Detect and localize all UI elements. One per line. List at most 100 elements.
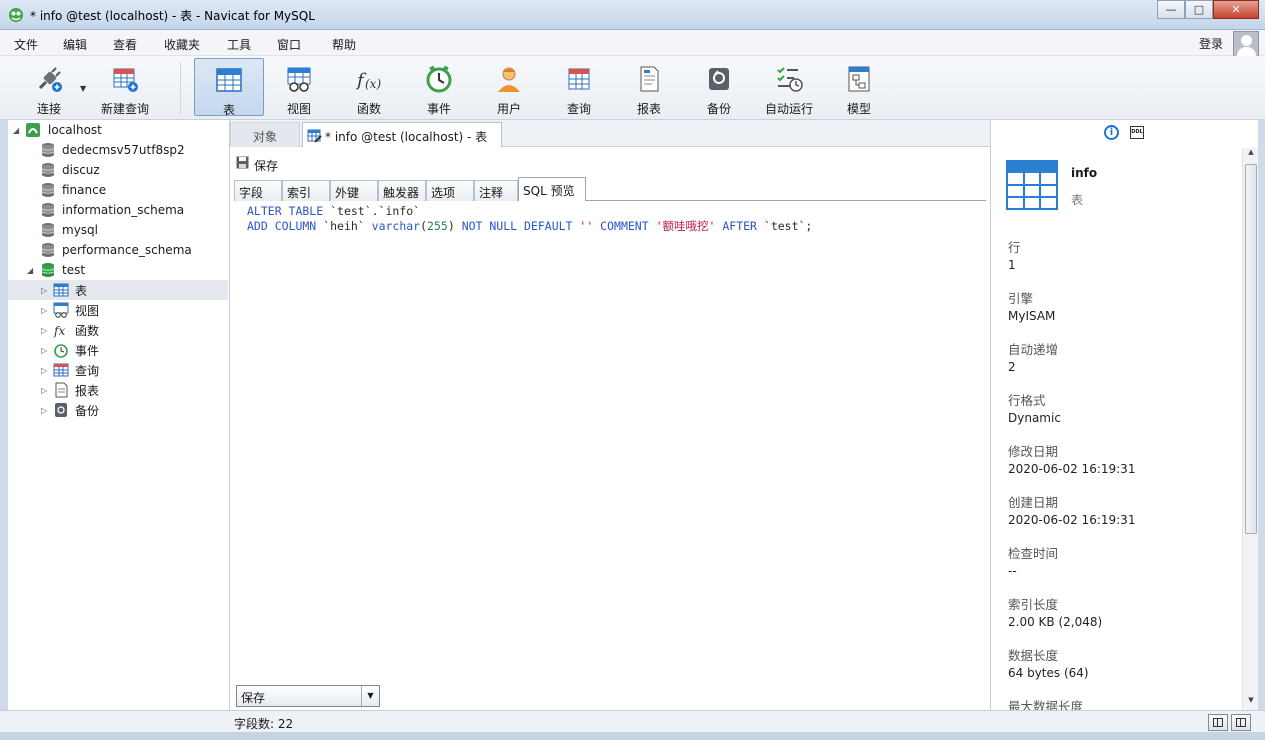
prop-value-auto-increment: 2 [1008,360,1016,374]
maximize-button[interactable]: □ [1185,0,1213,19]
tree-db-discuz[interactable]: discuz [8,160,228,180]
prop-value-row-format: Dynamic [1008,411,1061,425]
view-icon [53,302,69,318]
tree-db-information-schema[interactable]: information_schema [8,200,228,220]
tree-db-test[interactable]: ◢ test [8,260,228,280]
chevron-down-icon[interactable]: ▼ [361,686,379,706]
sql-type: varchar [371,219,421,233]
expand-arrow-icon[interactable]: ▷ [41,306,47,315]
sql-identifier: `heih` [316,219,372,233]
user-avatar-icon[interactable] [1233,31,1259,57]
sql-preview-text[interactable]: ALTER TABLE `test`.`info` ADD COLUMN `he… [247,204,812,234]
tree-item-tables[interactable]: ▷ 表 [8,280,228,300]
subtab-foreign-keys[interactable]: 外键 [330,180,378,201]
tree-db-label: dedecmsv57utf8sp2 [62,143,185,157]
save-icon[interactable] [236,156,249,169]
info-icon[interactable]: i [1104,125,1119,140]
database-icon [41,223,55,237]
tree-item-views[interactable]: ▷ 视图 [8,300,228,320]
subtab-comment[interactable]: 注释 [474,180,518,201]
window-title: * info @test (localhost) - 表 - Navicat f… [30,9,315,23]
tree-item-functions[interactable]: ▷ fx 函数 [8,320,228,340]
collapse-arrow-icon[interactable]: ◢ [27,266,33,275]
expand-arrow-icon[interactable]: ▷ [41,286,47,295]
table-icon [216,68,242,92]
query-button[interactable]: 查询 [548,58,610,116]
view-button[interactable]: 视图 [268,58,330,116]
query-icon [53,363,69,377]
navicat-app-icon [9,8,23,22]
menu-help[interactable]: 帮助 [332,36,356,53]
layout-right-panel-icon[interactable] [1231,714,1251,731]
expand-arrow-icon[interactable]: ▷ [41,386,47,395]
scrollbar-thumb[interactable] [1245,164,1257,534]
save-button[interactable]: 保存 [254,157,278,174]
tree-db-mysql[interactable]: mysql [8,220,228,240]
database-icon [41,163,55,177]
minimize-button[interactable]: — [1157,0,1185,19]
database-icon [41,203,55,217]
close-button[interactable]: ✕ [1213,0,1259,19]
function-button[interactable]: f (x) 函数 [338,58,400,116]
clock-icon [54,344,68,358]
save-mode-select[interactable]: 保存 ▼ [236,685,380,707]
expand-arrow-icon[interactable]: ▷ [41,326,47,335]
sql-punct: ) [447,219,462,233]
menu-edit[interactable]: 编辑 [63,36,87,53]
connect-button[interactable]: 连接 [18,58,80,116]
subtab-sql-preview[interactable]: SQL 预览 [518,177,586,201]
tree-db-performance-schema[interactable]: performance_schema [8,240,228,260]
tree-db-finance[interactable]: finance [8,180,228,200]
connect-dropdown-icon[interactable]: ▼ [80,84,86,93]
tree-item-reports[interactable]: ▷ 报表 [8,380,228,400]
new-query-button[interactable]: 新建查询 [96,58,154,116]
info-scrollbar[interactable]: ▲ ▼ [1242,148,1258,710]
backup-icon [709,68,729,90]
expand-arrow-icon[interactable]: ▷ [41,406,47,415]
menu-window[interactable]: 窗口 [277,36,301,53]
subtab-triggers[interactable]: 触发器 [378,180,426,201]
autorun-label: 自动运行 [764,102,813,116]
event-button[interactable]: 事件 [408,58,470,116]
model-button[interactable]: 模型 [828,58,890,116]
object-info-panel: i DDL info 表 行 1 引擎 MyISAM 自动递增 2 行格式 Dy… [990,120,1258,710]
tree-item-label: 报表 [75,383,100,398]
scroll-up-icon[interactable]: ▲ [1243,148,1258,162]
menu-favorites[interactable]: 收藏夹 [164,36,200,53]
table-button[interactable]: 表 [194,58,264,117]
login-link[interactable]: 登录 [1199,35,1223,52]
menu-file[interactable]: 文件 [14,36,38,53]
main-toolbar: 连接 ▼ 新建查询 表 视图 f (x) 函数 事件 用户 查询 报表 备份 自… [0,56,1265,120]
scroll-down-icon[interactable]: ▼ [1243,696,1258,710]
connect-label: 连接 [36,102,61,116]
subtab-fields[interactable]: 字段 [234,180,282,201]
table-label: 表 [222,103,235,117]
backup-button[interactable]: 备份 [688,58,750,116]
tree-item-events[interactable]: ▷ 事件 [8,340,228,360]
tree-db-dedecms[interactable]: dedecmsv57utf8sp2 [8,140,228,160]
prop-label-rows: 行 [1008,240,1021,255]
layout-left-panel-icon[interactable] [1208,714,1228,731]
report-button[interactable]: 报表 [618,58,680,116]
menu-tools[interactable]: 工具 [227,36,251,53]
tree-item-queries[interactable]: ▷ 查询 [8,360,228,380]
tree-connection-localhost[interactable]: ◢ localhost [8,120,228,140]
designer-subtabs: 字段 索引 外键 触发器 选项 注释 SQL 预览 [234,177,986,201]
autorun-button[interactable]: 自动运行 [758,58,820,116]
tree-db-label: performance_schema [62,243,192,257]
tab-current-table[interactable]: * info @test (localhost) - 表 [302,122,502,147]
tree-item-backups[interactable]: ▷ 备份 [8,400,228,420]
ddl-icon[interactable]: DDL [1130,126,1144,139]
subtab-options[interactable]: 选项 [426,180,474,201]
user-button[interactable]: 用户 [478,58,540,116]
object-type: 表 [1071,193,1084,207]
expand-arrow-icon[interactable]: ▷ [41,346,47,355]
tab-current-label: * info @test (localhost) - 表 [325,130,488,144]
menu-view[interactable]: 查看 [113,36,137,53]
subtab-indexes[interactable]: 索引 [282,180,330,201]
expand-arrow-icon[interactable]: ▷ [41,366,47,375]
svg-text:(x): (x) [365,77,381,91]
tab-objects[interactable]: 对象 [230,122,300,147]
collapse-arrow-icon[interactable]: ◢ [13,126,19,135]
table-designer: 对象 * info @test (localhost) - 表 保存 字段 索引… [230,120,990,710]
